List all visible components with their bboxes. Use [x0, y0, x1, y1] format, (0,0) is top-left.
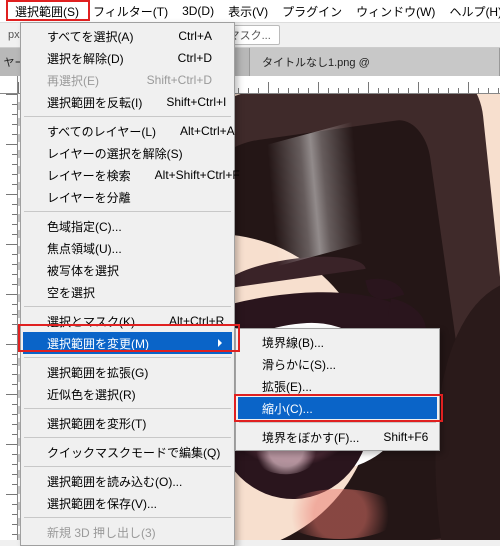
- select-menu-item-18[interactable]: 選択範囲を拡張(G): [23, 361, 232, 383]
- menu-item-label: 近似色を選択(R): [47, 386, 136, 403]
- menu-item-label: 空を選択: [47, 284, 95, 301]
- select-menu-item-5[interactable]: すべてのレイヤー(L)Alt+Ctrl+A: [23, 120, 232, 142]
- select-menu-item-11[interactable]: 焦点領域(U)...: [23, 237, 232, 259]
- menu-item-label: レイヤーの選択を解除(S): [47, 145, 183, 162]
- menu-window[interactable]: ウィンドウ(W): [349, 1, 442, 22]
- modify-submenu-item-5[interactable]: 境界をぼかす(F)...Shift+F6: [238, 426, 437, 448]
- menu-3d[interactable]: 3D(D): [175, 2, 221, 20]
- ruler-vertical: [0, 94, 18, 540]
- select-menu-item-10[interactable]: 色域指定(C)...: [23, 215, 232, 237]
- menu-item-label: 色域指定(C)...: [47, 218, 122, 235]
- menu-item-label: 選択範囲を変更(M): [47, 335, 149, 352]
- menu-item-label: 再選択(E): [47, 72, 99, 89]
- menu-plugin[interactable]: プラグイン: [275, 1, 349, 22]
- menu-item-label: 滑らかに(S)...: [262, 356, 336, 373]
- app-menubar: 選択範囲(S) フィルター(T) 3D(D) 表示(V) プラグイン ウィンドウ…: [0, 0, 500, 22]
- select-menu-separator: [24, 306, 231, 307]
- menu-item-label: 選択範囲を変形(T): [47, 415, 146, 432]
- menu-item-shortcut: Ctrl+A: [154, 29, 212, 43]
- modify-submenu-item-0[interactable]: 境界線(B)...: [238, 331, 437, 353]
- menu-item-label: 被写体を選択: [47, 262, 119, 279]
- select-menu-item-2: 再選択(E) Shift+Ctrl+D: [23, 69, 232, 91]
- select-menu-item-12[interactable]: 被写体を選択: [23, 259, 232, 281]
- ruler-corner: [0, 76, 18, 94]
- select-menu-separator: [24, 116, 231, 117]
- menu-item-label: レイヤーを検索: [47, 167, 131, 184]
- menu-item-label: レイヤーを分離: [47, 189, 131, 206]
- menu-item-label: 選択範囲を読み込む(O)...: [47, 473, 182, 490]
- menu-item-label: 境界線(B)...: [262, 334, 324, 351]
- menu-item-label: 縮小(C)...: [262, 400, 313, 417]
- menu-item-label: 選択を解除(D): [47, 50, 124, 67]
- select-menu-item-7[interactable]: レイヤーを検索Alt+Shift+Ctrl+F: [23, 164, 232, 186]
- menu-item-shortcut: Alt+Shift+Ctrl+F: [131, 168, 240, 182]
- select-menu-separator: [24, 211, 231, 212]
- select-menu-item-26[interactable]: 選択範囲を保存(V)...: [23, 492, 232, 514]
- modify-submenu-item-2[interactable]: 拡張(E)...: [238, 375, 437, 397]
- px-label: px: [8, 29, 20, 41]
- menu-item-label: 選択範囲を保存(V)...: [47, 495, 157, 512]
- select-menu-separator: [24, 466, 231, 467]
- select-menu-item-8[interactable]: レイヤーを分離: [23, 186, 232, 208]
- menu-item-label: 新規 3D 押し出し(3): [47, 524, 156, 541]
- menu-select[interactable]: 選択範囲(S): [8, 1, 86, 22]
- select-menu-item-21[interactable]: 選択範囲を変形(T): [23, 412, 232, 434]
- select-menu-item-16[interactable]: 選択範囲を変更(M): [23, 332, 232, 354]
- menu-item-label: 境界をぼかす(F)...: [262, 429, 359, 446]
- select-menu-item-1[interactable]: 選択を解除(D) Ctrl+D: [23, 47, 232, 69]
- menu-item-shortcut: Alt+Ctrl+R: [145, 314, 224, 328]
- menu-item-shortcut: Shift+Ctrl+I: [142, 95, 226, 109]
- menu-item-shortcut: Shift+Ctrl+D: [123, 73, 212, 87]
- modify-selection-submenu: 境界線(B)... 滑らかに(S)... 拡張(E)... 縮小(C)... 境界をぼか…: [235, 328, 440, 451]
- select-menu-item-19[interactable]: 近似色を選択(R): [23, 383, 232, 405]
- select-menu-item-13[interactable]: 空を選択: [23, 281, 232, 303]
- menu-item-label: 選択とマスク(K)...: [47, 313, 145, 330]
- select-menu-item-3[interactable]: 選択範囲を反転(I)Shift+Ctrl+I: [23, 91, 232, 113]
- menu-item-label: 焦点領域(U)...: [47, 240, 122, 257]
- menu-item-label: すべてのレイヤー(L): [47, 123, 156, 140]
- menu-item-label: 拡張(E)...: [262, 378, 312, 395]
- select-menu-separator: [24, 357, 231, 358]
- select-menu-separator: [24, 408, 231, 409]
- menu-help[interactable]: ヘルプ(H): [442, 1, 500, 22]
- menu-item-label: 選択範囲を拡張(G): [47, 364, 148, 381]
- modify-submenu-separator: [239, 422, 436, 423]
- select-menu-separator: [24, 517, 231, 518]
- menu-item-label: 選択範囲を反転(I): [47, 94, 142, 111]
- menu-view[interactable]: 表示(V): [221, 1, 275, 22]
- modify-submenu-item-1[interactable]: 滑らかに(S)...: [238, 353, 437, 375]
- select-menu-item-23[interactable]: クイックマスクモードで編集(Q): [23, 441, 232, 463]
- menu-item-shortcut: Ctrl+D: [154, 51, 212, 65]
- menu-item-shortcut: Shift+F6: [359, 430, 428, 444]
- menu-item-shortcut: Alt+Ctrl+A: [156, 124, 235, 138]
- select-menu-item-15[interactable]: 選択とマスク(K)...Alt+Ctrl+R: [23, 310, 232, 332]
- select-menu-item-25[interactable]: 選択範囲を読み込む(O)...: [23, 470, 232, 492]
- menu-filter[interactable]: フィルター(T): [86, 1, 175, 22]
- document-tab-2[interactable]: タイトルなし1.png @: [250, 48, 500, 76]
- select-menu-item-6[interactable]: レイヤーの選択を解除(S): [23, 142, 232, 164]
- menu-item-label: クイックマスクモードで編集(Q): [47, 444, 220, 461]
- select-menu-dropdown: すべてを選択(A) Ctrl+A 選択を解除(D) Ctrl+D 再選択(E) Shift…: [20, 22, 235, 546]
- select-menu-item-0[interactable]: すべてを選択(A) Ctrl+A: [23, 25, 232, 47]
- select-menu-separator: [24, 437, 231, 438]
- menu-item-label: すべてを選択(A): [47, 28, 133, 45]
- modify-submenu-item-3[interactable]: 縮小(C)...: [238, 397, 437, 419]
